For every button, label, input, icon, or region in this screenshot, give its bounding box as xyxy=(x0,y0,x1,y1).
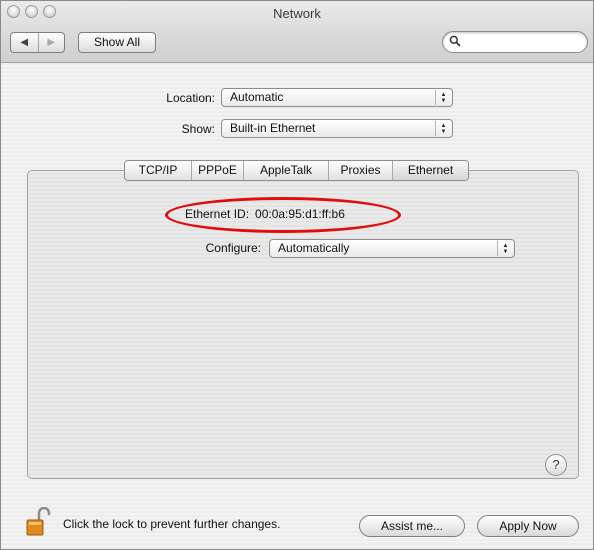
lock-message: Click the lock to prevent further change… xyxy=(63,517,281,531)
configure-label: Configure: xyxy=(205,241,261,255)
tab-tcpip[interactable]: TCP/IP xyxy=(125,161,191,180)
network-preferences-window: Network ◀ ▶ Show All Location: Automatic… xyxy=(0,0,594,550)
show-label: Show: xyxy=(181,122,215,136)
location-popup[interactable]: Automatic ▲ ▼ xyxy=(221,88,453,107)
tab-ethernet[interactable]: Ethernet xyxy=(392,161,468,180)
back-arrow-icon[interactable]: ◀ xyxy=(11,33,38,52)
popup-arrows-icon: ▲ ▼ xyxy=(497,241,513,256)
search-field[interactable] xyxy=(442,31,588,53)
apply-now-button[interactable]: Apply Now xyxy=(477,515,579,537)
tab-appletalk[interactable]: AppleTalk xyxy=(243,161,328,180)
tab-pppoe[interactable]: PPPoE xyxy=(191,161,243,180)
assist-me-button[interactable]: Assist me... xyxy=(359,515,465,537)
tab-proxies[interactable]: Proxies xyxy=(328,161,392,180)
location-label: Location: xyxy=(166,91,215,105)
ethernet-id-value: 00:0a:95:d1:ff:b6 xyxy=(255,207,345,221)
show-popup[interactable]: Built-in Ethernet ▲ ▼ xyxy=(221,119,453,138)
popup-arrows-icon: ▲ ▼ xyxy=(435,90,451,105)
ethernet-id-label: Ethernet ID: xyxy=(185,207,250,221)
window-title: Network xyxy=(273,6,321,21)
toolbar: Network ◀ ▶ Show All xyxy=(1,1,593,63)
forward-arrow-icon[interactable]: ▶ xyxy=(37,33,65,52)
configure-value: Automatically xyxy=(278,241,350,255)
magnifier-icon xyxy=(449,35,461,50)
help-button[interactable]: ? xyxy=(545,454,567,476)
show-all-button[interactable]: Show All xyxy=(78,32,156,53)
ethernet-id-row: Ethernet ID: 00:0a:95:d1:ff:b6 xyxy=(185,207,345,221)
popup-arrows-icon: ▲ ▼ xyxy=(435,121,451,136)
tab-bar: TCP/IP PPPoE AppleTalk Proxies Ethernet xyxy=(124,160,469,181)
configure-popup[interactable]: Automatically ▲ ▼ xyxy=(269,239,515,258)
search-input[interactable] xyxy=(465,34,581,50)
show-value: Built-in Ethernet xyxy=(230,121,316,135)
location-value: Automatic xyxy=(230,90,284,104)
back-forward-control: ◀ ▶ xyxy=(10,32,65,53)
lock-icon[interactable] xyxy=(25,506,55,537)
